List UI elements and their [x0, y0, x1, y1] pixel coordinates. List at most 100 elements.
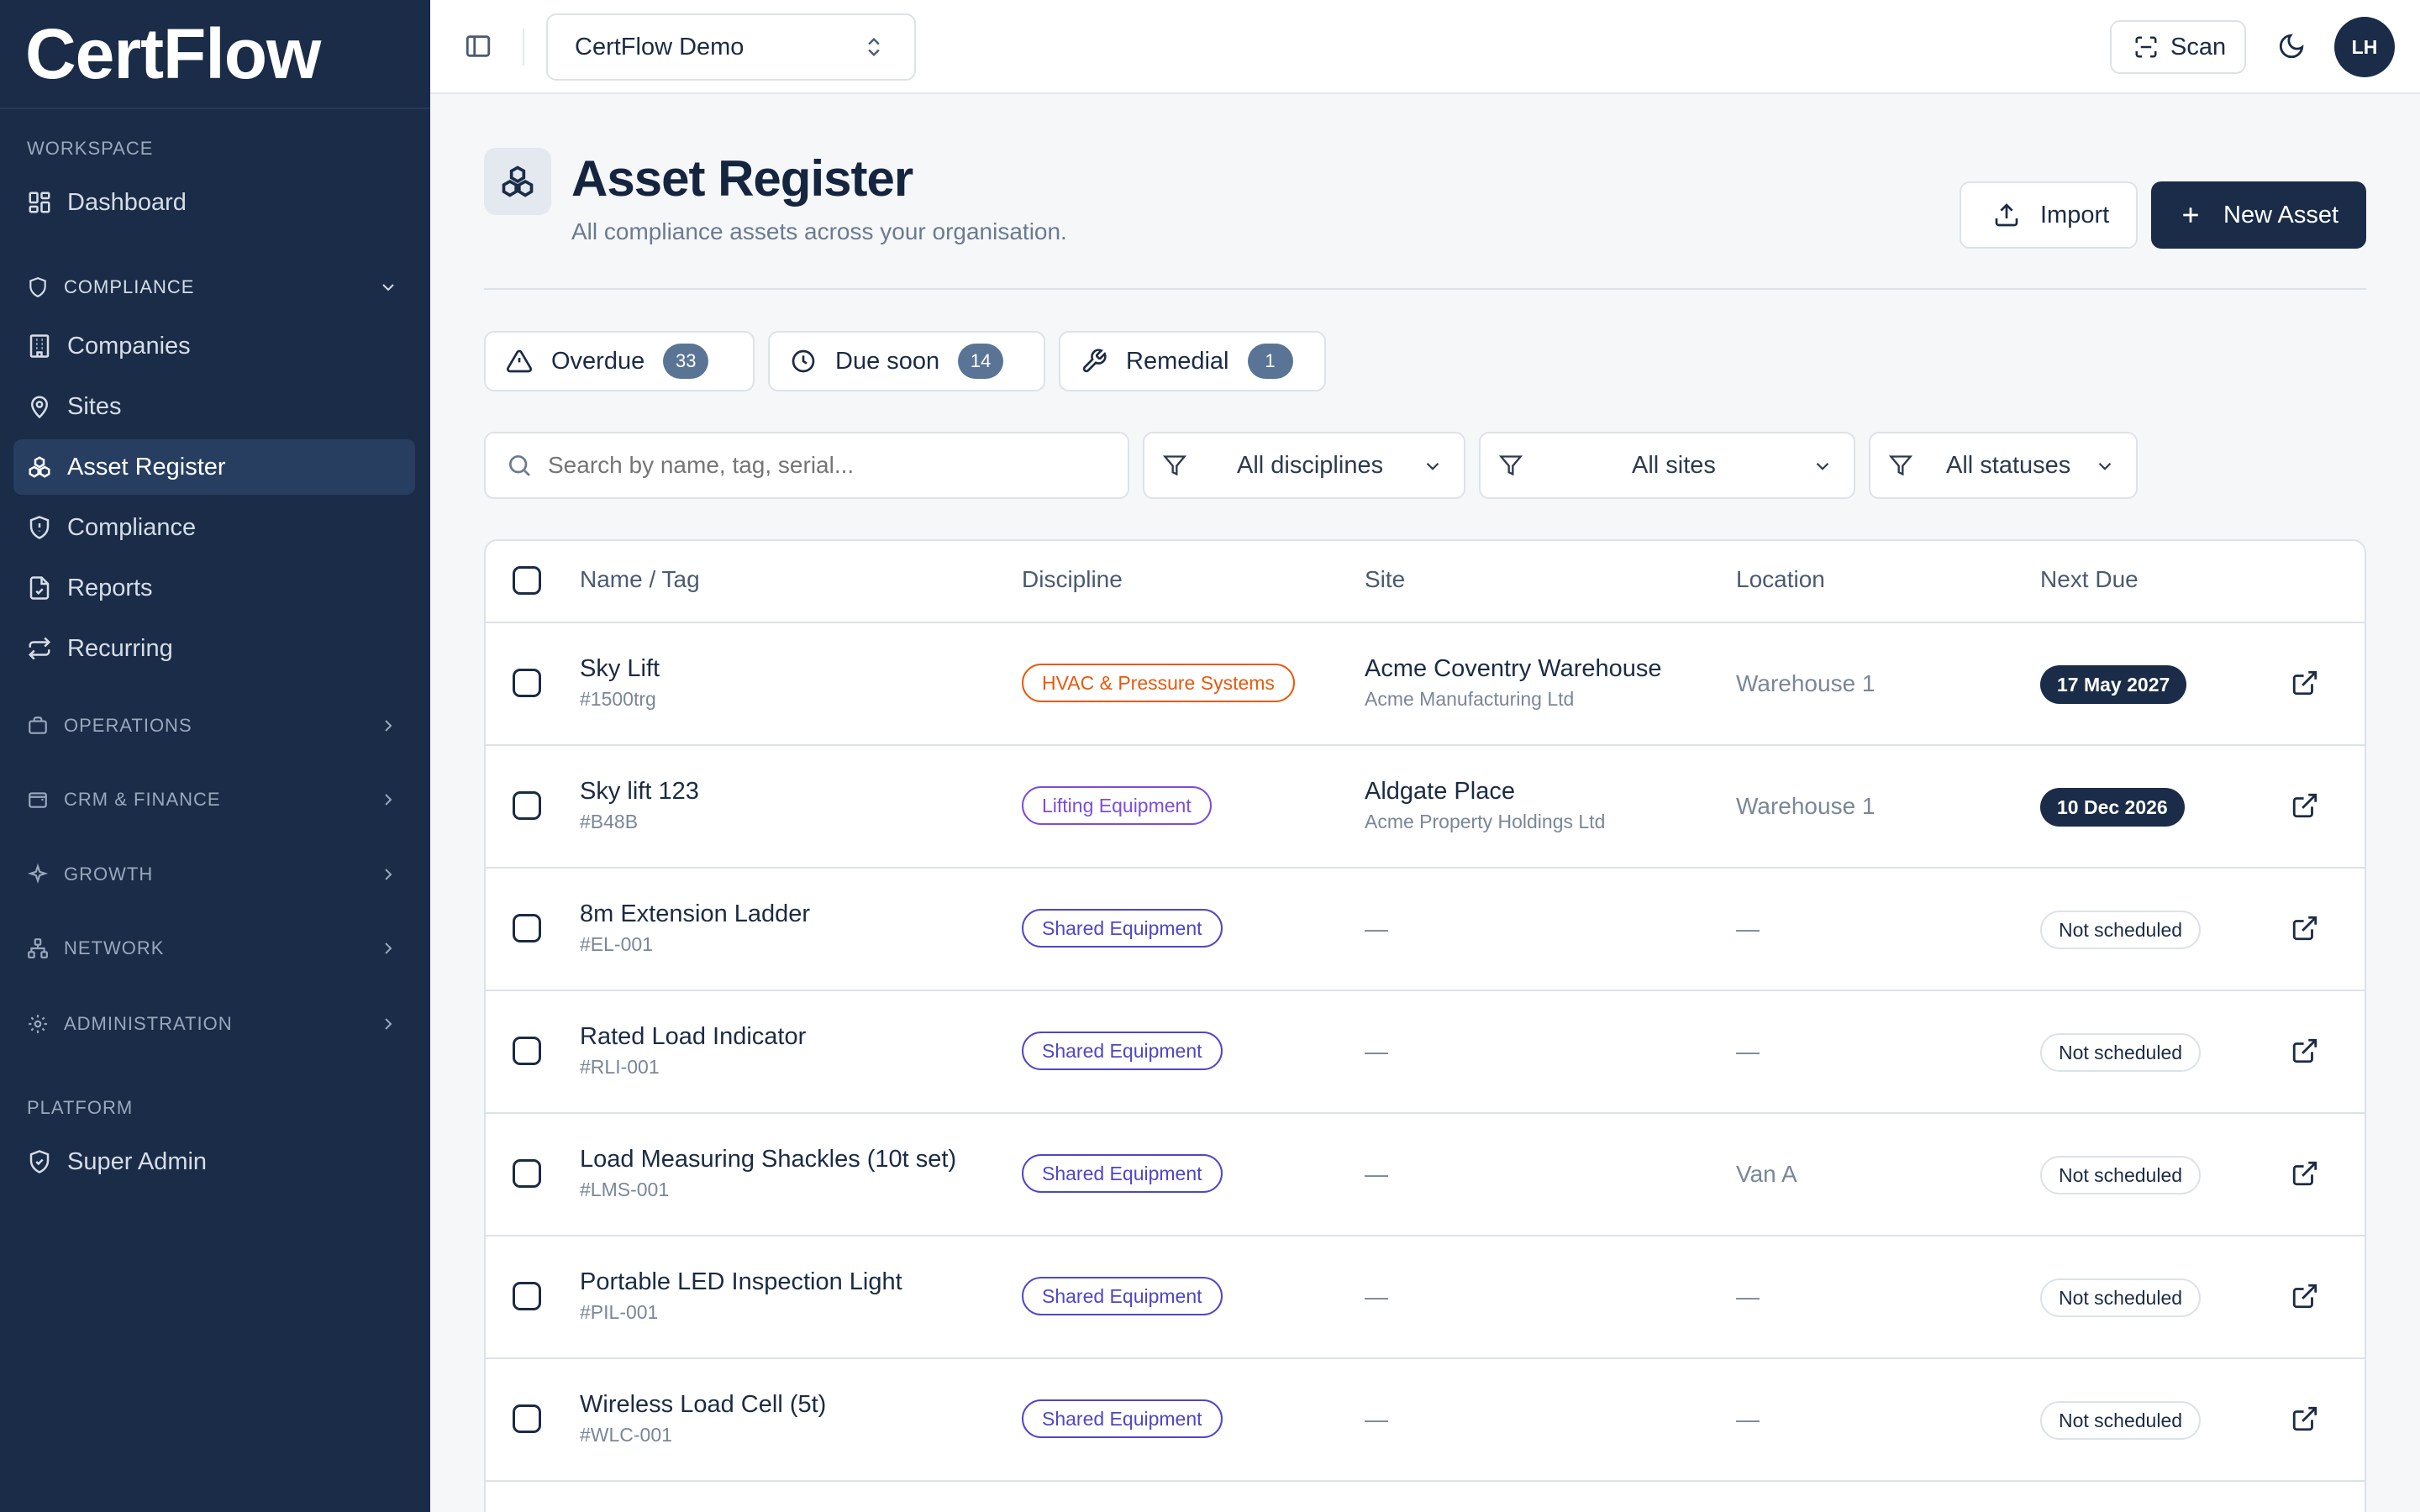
overdue-filter-chip[interactable]: Overdue 33 — [484, 331, 755, 391]
external-link-icon[interactable] — [2291, 669, 2319, 697]
table-row[interactable]: Load Measuring Shackles (10t set) #LMS-0… — [486, 1114, 2365, 1236]
chevron-down-icon — [378, 277, 398, 302]
avatar[interactable]: LH — [2334, 17, 2395, 77]
sidebar: CertFlow WORKSPACE Dashboard COMPLIANCE … — [0, 0, 430, 1512]
external-link-icon[interactable] — [2291, 1282, 2319, 1310]
column-header-location[interactable]: Location — [1736, 566, 1825, 593]
divider — [523, 29, 524, 66]
group-label: GROWTH — [64, 864, 154, 885]
alert-triangle-icon — [506, 348, 533, 375]
new-asset-button[interactable]: New Asset — [2151, 181, 2366, 249]
table-row[interactable]: 8m Extension Ladder #EL-001 Shared Equip… — [486, 869, 2365, 991]
external-link-icon[interactable] — [2291, 914, 2319, 942]
row-checkbox[interactable] — [513, 914, 541, 942]
asset-tag: #1500trg — [580, 688, 656, 710]
external-link-icon[interactable] — [2291, 1037, 2319, 1065]
table-row[interactable]: Sky lift 123 #B48B Lifting Equipment Ald… — [486, 746, 2365, 869]
dashboard-icon — [27, 189, 67, 216]
sidebar-item-label: Compliance — [67, 513, 197, 541]
search-box[interactable] — [484, 432, 1129, 499]
sidebar-item-dashboard[interactable]: Dashboard — [13, 175, 415, 230]
site-select-value: All sites — [1632, 451, 1716, 479]
discipline-badge: Shared Equipment — [1022, 1277, 1223, 1315]
sidebar-item-compliance[interactable]: Compliance — [13, 500, 415, 555]
sidebar-group-operations[interactable]: OPERATIONS — [13, 702, 415, 749]
asset-name[interactable]: Load Measuring Shackles (10t set) — [580, 1146, 956, 1173]
sidebar-group-compliance[interactable]: COMPLIANCE — [13, 264, 415, 311]
column-header-site[interactable]: Site — [1365, 566, 1405, 593]
location: — — [1736, 1284, 1760, 1310]
asset-tag: #LMS-001 — [580, 1179, 670, 1200]
row-checkbox[interactable] — [513, 1404, 541, 1433]
header-divider — [484, 288, 2366, 290]
shield-icon — [27, 276, 64, 298]
row-checkbox[interactable] — [513, 791, 541, 820]
wallet-icon — [27, 789, 64, 811]
building-icon — [27, 333, 67, 360]
asset-name[interactable]: Sky lift 123 — [580, 778, 699, 806]
status-select-value: All statuses — [1946, 451, 2071, 479]
scan-button[interactable]: Scan — [2110, 20, 2246, 74]
asset-name[interactable]: Sky Lift — [580, 655, 660, 683]
sidebar-item-sites[interactable]: Sites — [13, 379, 415, 434]
site-name: — — [1365, 1406, 1388, 1432]
site-select[interactable]: All sites — [1479, 432, 1855, 499]
company-name: Acme Property Holdings Ltd — [1365, 811, 1606, 832]
chevrons-up-down-icon — [862, 35, 886, 66]
asset-name[interactable]: Portable LED Inspection Light — [580, 1268, 902, 1296]
sidebar-item-label: Dashboard — [67, 188, 187, 216]
status-select[interactable]: All statuses — [1869, 432, 2138, 499]
discipline-badge: Shared Equipment — [1022, 1032, 1223, 1070]
column-header-next-due[interactable]: Next Due — [2040, 566, 2139, 593]
due-soon-filter-chip[interactable]: Due soon 14 — [768, 331, 1045, 391]
table-row[interactable]: Rated Load Indicator #RLI-001 Shared Equ… — [486, 991, 2365, 1114]
page-title: Asset Register — [571, 150, 913, 207]
asset-name[interactable]: Rated Load Indicator — [580, 1023, 806, 1051]
app-logo: CertFlow — [0, 0, 430, 109]
row-checkbox[interactable] — [513, 1159, 541, 1188]
boxes-icon — [27, 454, 67, 480]
external-link-icon[interactable] — [2291, 791, 2319, 820]
sidebar-group-crm-finance[interactable]: CRM & FINANCE — [13, 776, 415, 823]
sidebar-group-growth[interactable]: GROWTH — [13, 851, 415, 898]
moon-icon[interactable] — [2277, 32, 2306, 65]
org-selector[interactable]: CertFlow Demo — [546, 13, 916, 81]
import-button[interactable]: Import — [1960, 181, 2138, 249]
chevron-down-icon — [1422, 455, 1444, 484]
sidebar-group-administration[interactable]: ADMINISTRATION — [13, 1000, 415, 1047]
filter-icon — [1888, 454, 1913, 484]
row-checkbox[interactable] — [513, 1037, 541, 1065]
import-label: Import — [2040, 201, 2110, 228]
sidebar-group-network[interactable]: NETWORK — [13, 925, 415, 972]
table-row[interactable]: Sky Lift #1500trg HVAC & Pressure System… — [486, 623, 2365, 746]
external-link-icon[interactable] — [2291, 1159, 2319, 1188]
sidebar-item-companies[interactable]: Companies — [13, 318, 415, 374]
search-input[interactable] — [548, 452, 1086, 479]
external-link-icon[interactable] — [2291, 1404, 2319, 1433]
asset-name[interactable]: Wireless Load Cell (5t) — [580, 1391, 826, 1419]
column-header-name[interactable]: Name / Tag — [580, 566, 700, 593]
row-checkbox[interactable] — [513, 1282, 541, 1310]
section-label-workspace: WORKSPACE — [27, 138, 154, 159]
upload-icon — [1993, 202, 2020, 228]
chip-label: Remedial — [1126, 347, 1229, 375]
remedial-filter-chip[interactable]: Remedial 1 — [1059, 331, 1326, 391]
repeat-icon — [27, 635, 67, 662]
asset-tag: #EL-001 — [580, 933, 653, 955]
sidebar-toggle-icon[interactable] — [464, 32, 494, 62]
sidebar-item-label: Companies — [67, 332, 191, 360]
row-checkbox[interactable] — [513, 669, 541, 697]
select-all-checkbox[interactable] — [513, 566, 541, 595]
sidebar-item-recurring[interactable]: Recurring — [13, 621, 415, 676]
table-row[interactable]: Portable LED Inspection Light #PIL-001 S… — [486, 1236, 2365, 1359]
sidebar-item-super-admin[interactable]: Super Admin — [13, 1134, 415, 1189]
asset-name[interactable]: 8m Extension Ladder — [580, 900, 810, 928]
site-name: Aldgate Place — [1365, 778, 1515, 805]
column-header-discipline[interactable]: Discipline — [1022, 566, 1123, 593]
sidebar-item-reports[interactable]: Reports — [13, 560, 415, 616]
asset-table: Name / Tag Discipline Site Location Next… — [484, 539, 2366, 1512]
shield-icon — [27, 514, 67, 541]
discipline-select[interactable]: All disciplines — [1143, 432, 1465, 499]
table-row[interactable]: Wireless Load Cell (5t) #WLC-001 Shared … — [486, 1359, 2365, 1482]
sidebar-item-asset-register[interactable]: Asset Register — [13, 439, 415, 495]
